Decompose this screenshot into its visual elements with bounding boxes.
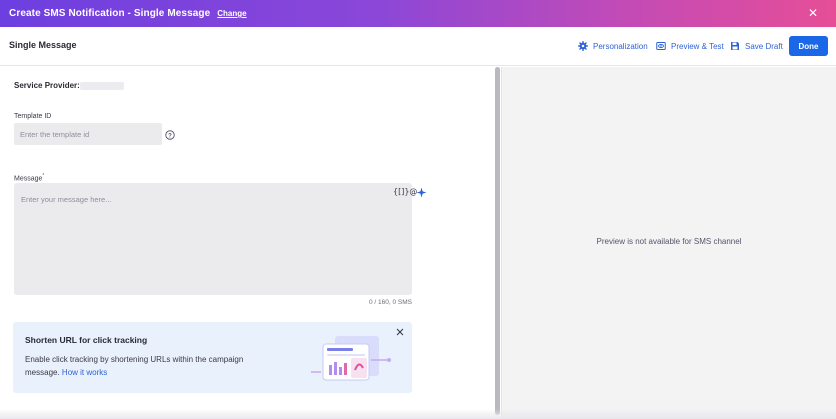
banner-text: Enable click tracking by shortening URLs… [25,355,244,377]
help-icon[interactable]: ? [165,130,175,140]
modal-titlebar: Create SMS Notification - Single Message… [0,0,836,27]
preview-unavailable-message: Preview is not available for SMS channel [596,237,742,246]
save-draft-label: Save Draft [745,41,783,51]
scrollbar[interactable] [495,67,500,415]
modal-title: Create SMS Notification - Single Message [9,8,211,19]
banner-title: Shorten URL for click tracking [25,335,148,345]
save-draft-button[interactable]: Save Draft [730,41,783,51]
message-textarea[interactable] [14,183,412,295]
done-button[interactable]: Done [789,36,828,56]
character-counter: 0 / 160, 0 SMS [369,299,412,306]
change-link[interactable]: Change [217,9,246,18]
service-provider-label: Service Provider: [14,81,80,90]
close-icon[interactable] [395,327,405,337]
shorten-url-banner: Shorten URL for click tracking Enable cl… [13,322,412,393]
required-mark: * [42,173,45,179]
service-provider-value [80,82,124,90]
personalization-label: Personalization [593,41,648,51]
eye-icon [656,42,666,50]
personalization-button[interactable]: Personalization [578,41,648,51]
save-icon [731,42,739,50]
preview-pane: Preview is not available for SMS channel [501,67,836,419]
preview-test-button[interactable]: Preview & Test [656,41,724,51]
template-id-label: Template ID [14,113,52,120]
page-title: Single Message [9,40,77,50]
sparkle-icon[interactable] [416,187,427,198]
message-label: Message* [14,173,45,183]
template-id-input[interactable] [14,123,162,145]
insert-variable-icon[interactable]: {[]}@ [393,187,417,196]
preview-test-label: Preview & Test [671,41,724,51]
how-it-works-link[interactable]: How it works [62,368,107,377]
gear-icon [578,41,588,51]
bottom-edge [0,409,836,419]
close-icon[interactable]: ✕ [806,6,820,20]
editor-header: Single Message Personalization Preview &… [0,27,836,66]
svg-text:?: ? [168,133,172,139]
url-tracking-illustration-icon [311,336,391,381]
